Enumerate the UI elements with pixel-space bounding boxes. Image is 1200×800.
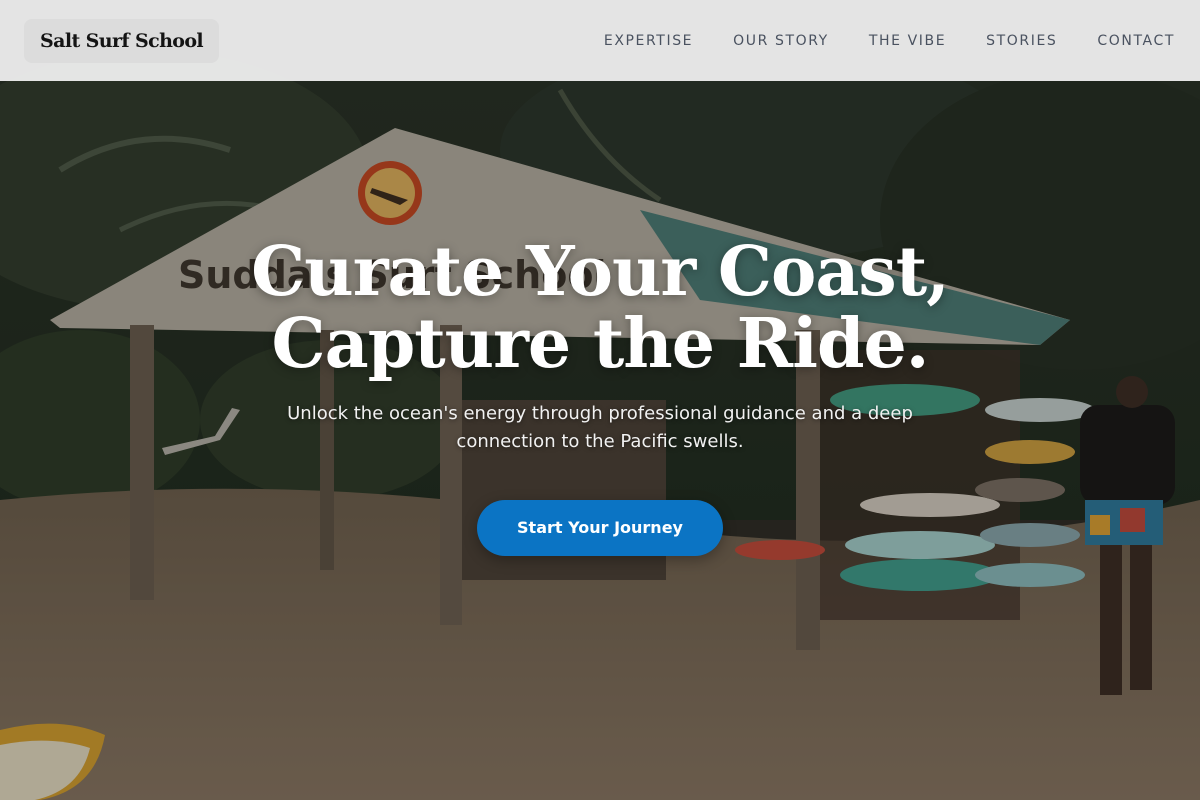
hero-title-line-2: Capture the Ride. [271,304,930,384]
hero-section: Curate Your Coast, Capture the Ride. Unl… [0,236,1200,556]
nav-link-our-story[interactable]: OUR STORY [733,33,829,49]
nav-link-contact[interactable]: CONTACT [1097,33,1175,49]
brand-logo[interactable]: Salt Surf School [24,18,220,63]
nav-link-the-vibe[interactable]: THE VIBE [869,33,946,49]
nav-link-stories[interactable]: STORIES [986,33,1057,49]
start-journey-button[interactable]: Start Your Journey [477,500,723,556]
hero-subtitle: Unlock the ocean's energy through profes… [287,403,913,452]
top-navbar: Salt Surf School EXPERTISE OUR STORY THE… [0,0,1200,81]
hero-title: Curate Your Coast, Capture the Ride. [0,236,1200,380]
hero-title-line-1: Curate Your Coast, [251,232,950,312]
main-nav: EXPERTISE OUR STORY THE VIBE STORIES CON… [604,33,1176,49]
nav-link-expertise[interactable]: EXPERTISE [604,33,693,49]
